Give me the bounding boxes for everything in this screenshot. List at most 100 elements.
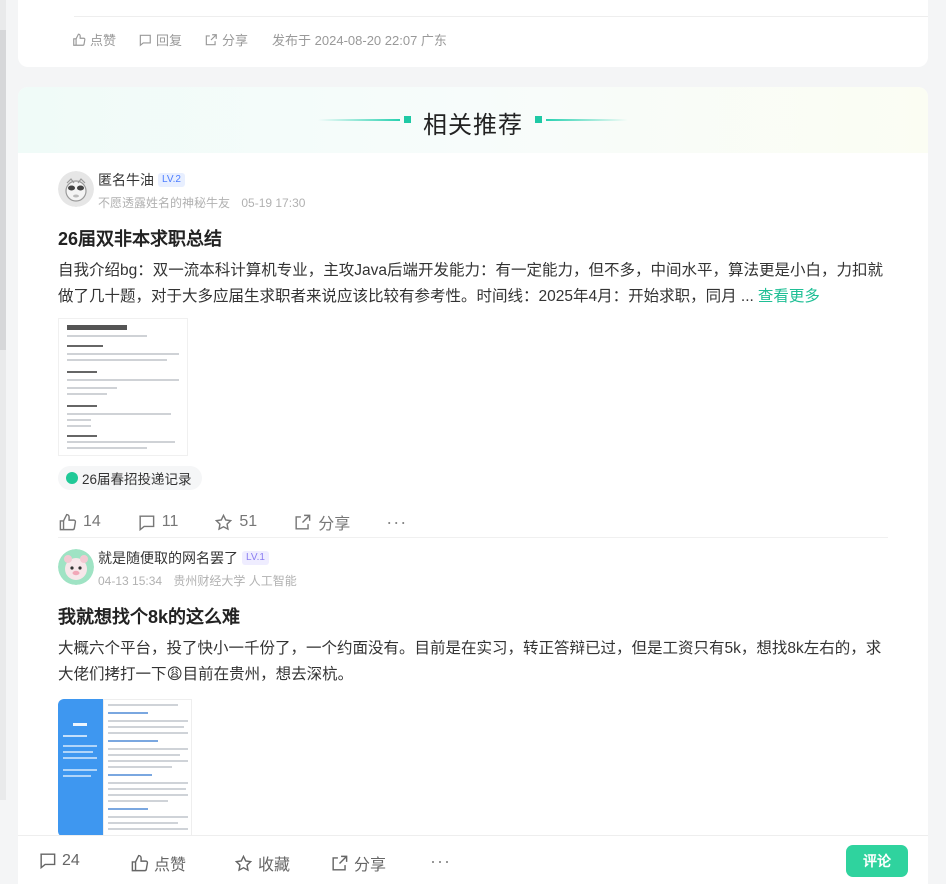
more-options-icon[interactable]: ···: [430, 851, 451, 872]
share-label: 分享: [354, 857, 387, 874]
bottom-action-bar: 24 点赞 收藏 分享 ··· 评论: [18, 835, 928, 884]
star-icon: [234, 854, 253, 871]
share-action[interactable]: 分享: [204, 30, 248, 49]
resume-line: [63, 757, 97, 759]
thumbs-up-icon: [59, 513, 77, 530]
star-stat[interactable]: 51: [214, 513, 257, 532]
resume-line: [67, 359, 167, 361]
collect-label: 收藏: [258, 857, 291, 874]
share-action[interactable]: 分享: [330, 851, 386, 875]
avatar-image: [58, 171, 94, 207]
share-label: 分享: [222, 33, 249, 48]
resume-line: [63, 735, 87, 737]
resume-line: [108, 754, 180, 756]
author-subtitle: 不愿透露姓名的神秘牛友: [98, 196, 231, 210]
resume-line: [67, 379, 179, 381]
resume-line: [67, 419, 91, 421]
resume-line: [67, 447, 147, 449]
resume-line: [67, 405, 97, 407]
post-image-resume[interactable]: [58, 699, 192, 837]
recommend-title: 相关推荐: [423, 112, 523, 139]
comment-button[interactable]: 评论: [846, 845, 908, 877]
comment-count: 24: [62, 851, 80, 869]
resume-line: [67, 345, 103, 347]
resume-line: [108, 782, 188, 784]
resume-line: [67, 441, 175, 443]
star-count: 51: [239, 513, 258, 530]
see-more-link[interactable]: 查看更多: [758, 288, 820, 305]
post-author: 就是随便取的网名罢了 LV.1 04-13 15:34 贵州财经大学 人工智能: [58, 549, 888, 589]
resume-line: [108, 828, 188, 830]
share-label: 分享: [318, 516, 351, 533]
post-title[interactable]: 我就想找个8k的这么难: [58, 603, 888, 629]
resume-line: [108, 712, 148, 714]
like-stat[interactable]: 14: [58, 513, 101, 532]
left-scroll-thumb[interactable]: [0, 30, 6, 350]
level-badge: LV.1: [242, 551, 269, 565]
collect-action[interactable]: 收藏: [234, 851, 290, 875]
topic-tag[interactable]: 26届春招投递记录: [58, 466, 202, 490]
author-name[interactable]: 匿名牛油: [98, 170, 154, 190]
resume-line: [108, 816, 188, 818]
post-divider: [58, 537, 888, 538]
resume-line: [108, 822, 178, 824]
resume-line: [67, 353, 179, 355]
recommended-post[interactable]: 匿名牛油 LV.2 不愿透露姓名的神秘牛友 05-19 17:30 26届双非本…: [58, 171, 888, 534]
post-body[interactable]: 大概六个平台，投了快小一千份了，一个约面没有。目前是在实习，转正答辩已过，但是工…: [58, 636, 888, 688]
resume-line: [108, 740, 158, 742]
comment-count: 11: [161, 513, 179, 530]
comments-action[interactable]: 24: [38, 851, 80, 870]
header-decoration-right: [546, 119, 628, 121]
tag-label: 26届春招投递记录: [82, 472, 192, 487]
like-action[interactable]: 点赞: [130, 851, 186, 875]
comment-icon: [139, 514, 155, 531]
like-count: 14: [83, 513, 101, 530]
like-label: 点赞: [154, 857, 187, 874]
resume-line: [108, 704, 178, 706]
post-stats: 14 11 51 分享 ···: [58, 510, 888, 534]
thumbs-up-icon: [131, 854, 149, 871]
reply-action[interactable]: 回复: [138, 30, 182, 49]
post-image-resume[interactable]: [58, 318, 188, 456]
resume-line: [67, 413, 171, 415]
resume-sidebar: [58, 699, 103, 837]
header-square-right: [535, 116, 542, 123]
comment-meta-row: 点赞 回复 分享 发布于 2024-08-20 22:07 广东: [72, 30, 447, 49]
resume-line: [63, 775, 91, 777]
resume-line: [63, 751, 93, 753]
author-name[interactable]: 就是随便取的网名罢了: [98, 548, 238, 568]
post-time: 05-19 17:30: [241, 196, 306, 210]
level-badge: LV.2: [158, 173, 185, 187]
publish-info: 发布于 2024-08-20 22:07 广东: [272, 33, 447, 48]
post-body[interactable]: 自我介绍bg：双一流本科计算机专业，主攻Java后端开发能力：有一定能力，但不多…: [58, 258, 888, 310]
like-label: 点赞: [90, 33, 117, 48]
comment-icon: [139, 34, 151, 46]
resume-heading-line: [67, 325, 127, 330]
tag-icon: [66, 472, 78, 484]
avatar[interactable]: [58, 549, 94, 585]
share-icon: [295, 514, 311, 530]
comment-stat[interactable]: 11: [137, 513, 179, 532]
resume-line: [108, 766, 172, 768]
share-icon: [332, 855, 348, 871]
like-action[interactable]: 点赞: [72, 30, 116, 49]
resume-line: [67, 371, 97, 373]
recommended-post[interactable]: 就是随便取的网名罢了 LV.1 04-13 15:34 贵州财经大学 人工智能 …: [58, 549, 888, 837]
avatar[interactable]: [58, 171, 94, 207]
resume-line: [108, 760, 188, 762]
thumbs-up-icon: [73, 33, 86, 46]
comment-icon: [40, 853, 56, 870]
resume-line: [63, 745, 97, 747]
divider: [74, 16, 928, 17]
star-icon: [215, 513, 233, 530]
resume-line: [108, 720, 188, 722]
resume-line: [108, 774, 152, 776]
more-options-icon[interactable]: ···: [386, 512, 407, 533]
post-title[interactable]: 26届双非本求职总结: [58, 225, 888, 251]
post-time: 04-13 15:34: [98, 574, 163, 588]
avatar-image: [58, 549, 94, 585]
reply-label: 回复: [156, 33, 183, 48]
left-scroll-strip: [0, 0, 6, 800]
share-stat[interactable]: 分享: [293, 510, 350, 534]
resume-line: [108, 726, 184, 728]
